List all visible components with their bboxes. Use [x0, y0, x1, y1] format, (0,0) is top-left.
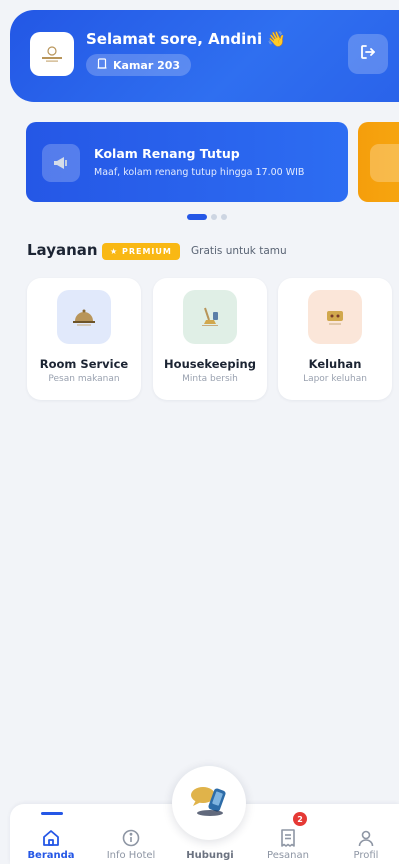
- home-icon: [39, 828, 63, 848]
- megaphone-icon: [42, 144, 80, 182]
- room-chip: Kamar 203: [86, 54, 192, 76]
- banner-title: Kolam Renang Tutup: [94, 146, 240, 161]
- services-title: Layanan: [27, 241, 98, 259]
- announcement-carousel[interactable]: Kolam Renang Tutup Maaf, kolam renang tu…: [0, 122, 399, 204]
- door-icon: [97, 58, 107, 72]
- orders-icon: [276, 828, 300, 848]
- megaphone-icon: [370, 144, 399, 182]
- carousel-dot[interactable]: [211, 214, 217, 220]
- profile-icon: [354, 828, 378, 848]
- hotel-logo-icon: [30, 32, 74, 76]
- nav-label-orders: Pesanan: [267, 850, 309, 861]
- greeting-text: Selamat sore, Andini 👋: [86, 30, 286, 48]
- service-card-complaint[interactable]: Keluhan Lapor keluhan: [278, 278, 392, 400]
- nav-label-profile: Profil: [353, 850, 379, 861]
- logout-icon: [359, 43, 377, 65]
- header: Selamat sore, Andini 👋 Kamar 203: [10, 10, 399, 102]
- room-label: Kamar 203: [113, 58, 181, 72]
- carousel-dot-active[interactable]: [187, 214, 207, 220]
- room-service-icon: [57, 290, 111, 344]
- nav-label-contact: Hubungi: [186, 850, 234, 861]
- complaint-icon: [308, 290, 362, 344]
- announcement-banner[interactable]: Kolam Renang Tutup Maaf, kolam renang tu…: [26, 122, 348, 202]
- contact-fab-button[interactable]: [172, 766, 246, 840]
- info-icon: [119, 828, 143, 848]
- housekeeping-icon: [183, 290, 237, 344]
- announcement-banner-next[interactable]: [358, 122, 399, 202]
- service-card-housekeeping[interactable]: Housekeeping Minta bersih: [153, 278, 267, 400]
- nav-item-profile[interactable]: Profil: [336, 804, 396, 864]
- card-title: Room Service: [39, 357, 129, 371]
- nav-item-info[interactable]: Info Hotel: [100, 804, 162, 864]
- orders-badge: 2: [293, 812, 307, 826]
- services-subtitle: Gratis untuk tamu: [191, 245, 287, 257]
- nav-label-info: Info Hotel: [106, 850, 156, 861]
- carousel-dots: [187, 214, 227, 220]
- logout-button[interactable]: [348, 34, 388, 74]
- banner-subtitle: Maaf, kolam renang tutup hingga 17.00 WI…: [94, 167, 305, 178]
- card-subtitle: Pesan makanan: [48, 374, 120, 384]
- nav-label-home: Beranda: [27, 850, 75, 861]
- card-title: Keluhan: [308, 357, 362, 371]
- premium-badge: ★ PREMIUM: [102, 243, 180, 260]
- service-card-room-service[interactable]: Room Service Pesan makanan: [27, 278, 141, 400]
- nav-item-orders[interactable]: Pesanan: [260, 804, 316, 864]
- nav-item-home[interactable]: Beranda: [20, 804, 82, 864]
- card-subtitle: Lapor keluhan: [303, 374, 367, 384]
- carousel-dot[interactable]: [221, 214, 227, 220]
- card-subtitle: Minta bersih: [182, 374, 238, 384]
- card-title: Housekeeping: [164, 357, 256, 371]
- contact-icon: [186, 781, 232, 825]
